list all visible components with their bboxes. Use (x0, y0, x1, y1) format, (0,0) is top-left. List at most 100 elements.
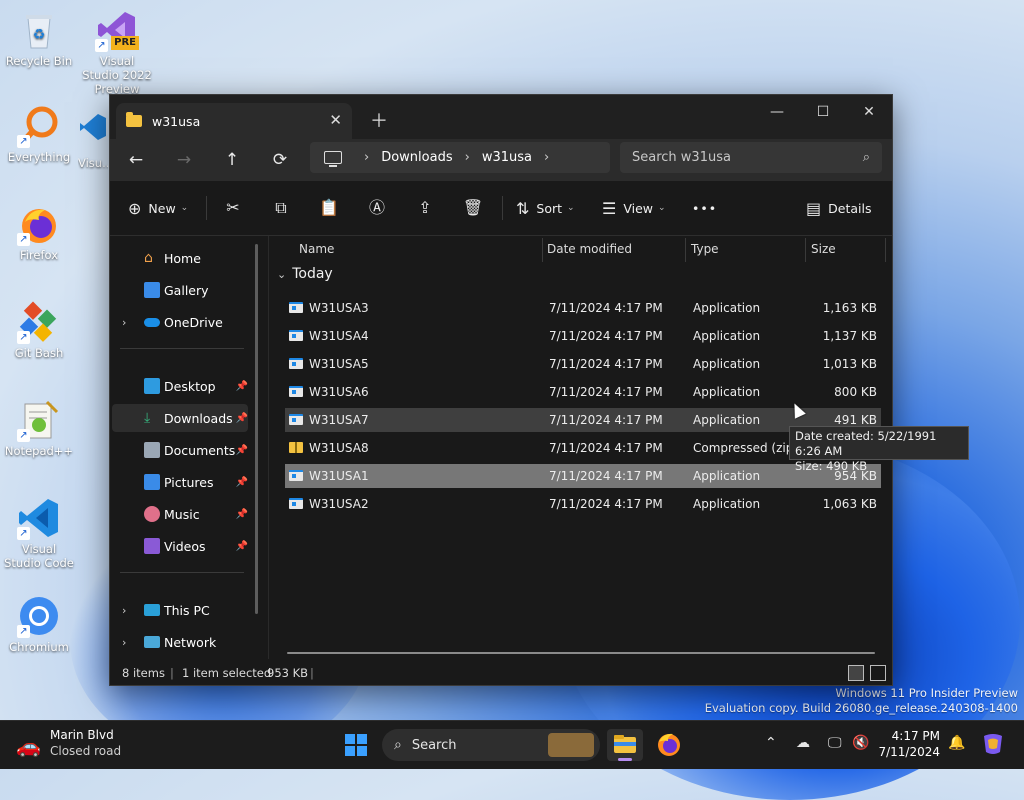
copy-icon[interactable]: ⧉ (270, 197, 292, 219)
sidebar-item-this-pc[interactable]: › This PC (112, 596, 248, 624)
sidebar-item-desktop[interactable]: Desktop 📌 (112, 372, 248, 400)
column-divider[interactable] (542, 238, 543, 262)
application-icon (289, 498, 303, 509)
desktop-icon-vscode[interactable]: ↗ Visual Studio Code (3, 496, 75, 570)
file-size: 1,163 KB (822, 301, 877, 315)
desktop-icon-chromium[interactable]: ↗ Chromium (3, 594, 75, 654)
desktop-icon-label: Visual Studio Code (4, 542, 74, 570)
view-button[interactable]: ☰ View ⌄ (602, 181, 666, 235)
taskbar-firefox[interactable] (651, 729, 687, 761)
details-button[interactable]: ▤ Details (806, 181, 871, 235)
table-row[interactable]: W31USA2 7/11/2024 4:17 PM Application 1,… (285, 492, 881, 516)
desktop-icon-visual-studio-partial[interactable]: Visu... (78, 112, 108, 170)
sidebar-item-music[interactable]: Music 📌 (112, 500, 248, 528)
table-row[interactable]: W31USA3 7/11/2024 4:17 PM Application 1,… (285, 296, 881, 320)
taskbar-file-explorer[interactable] (607, 729, 643, 761)
notification-bell-icon[interactable]: 🔔 (948, 735, 965, 751)
tab-w31usa[interactable]: w31usa ✕ (116, 103, 352, 139)
up-button[interactable]: ↑ (218, 148, 246, 172)
column-header-date[interactable]: Date modified (547, 236, 632, 262)
visual-studio-icon: PRE ↗ (95, 8, 139, 52)
taskbar-search[interactable]: ⌕ Search (382, 729, 600, 761)
column-divider[interactable] (885, 238, 886, 262)
column-divider[interactable] (805, 238, 806, 262)
sidebar-item-home[interactable]: ⌂ Home (112, 244, 248, 272)
back-button[interactable]: ← (122, 148, 150, 172)
desktop-icon-firefox[interactable]: ↗ Firefox (3, 202, 75, 262)
column-header-size[interactable]: Size (811, 236, 836, 262)
start-button[interactable] (345, 734, 367, 756)
weather-widget[interactable]: 🚗 Marin Blvd Closed road (16, 727, 121, 759)
table-row[interactable]: W31USA4 7/11/2024 4:17 PM Application 1,… (285, 324, 881, 348)
horizontal-scrollbar[interactable] (287, 652, 875, 654)
table-row[interactable]: W31USA5 7/11/2024 4:17 PM Application 1,… (285, 352, 881, 376)
sidebar-item-videos[interactable]: Videos 📌 (112, 532, 248, 560)
command-bar: ⊕ New ⌄ ✂ ⧉ 📋 Ⓐ ⇪ 🗑 ⇅ Sort ⌄ ☰ View ⌄ ••… (110, 181, 892, 236)
toolbar-divider (502, 196, 503, 220)
new-button[interactable]: ⊕ New ⌄ (128, 181, 188, 235)
forward-button[interactable]: → (170, 148, 198, 172)
file-type: Application (693, 469, 761, 483)
file-name: W31USA7 (309, 413, 369, 427)
chevron-right-icon[interactable]: › (364, 150, 369, 165)
column-divider[interactable] (685, 238, 686, 262)
delete-icon[interactable]: 🗑 (462, 197, 484, 219)
chevron-right-icon[interactable]: › (465, 150, 470, 165)
rename-icon[interactable]: Ⓐ (366, 197, 388, 219)
details-view-icon[interactable] (848, 665, 864, 681)
pin-icon: 📌 (235, 540, 248, 552)
desktop-icon-git-bash[interactable]: ↗ Git Bash (3, 300, 75, 360)
close-button[interactable]: ✕ (846, 99, 892, 125)
navigation-pane: ⌂ Home Gallery › OneDrive Desktop 📌 ⤓ Do… (110, 236, 268, 659)
sidebar-item-downloads[interactable]: ⤓ Downloads 📌 (112, 404, 248, 432)
network-disconnected-icon[interactable]: ☁ (796, 735, 810, 751)
search-input[interactable]: Search w31usa (632, 150, 863, 165)
share-icon[interactable]: ⇪ (414, 197, 436, 219)
sidebar-item-pictures[interactable]: Pictures 📌 (112, 468, 248, 496)
minimize-button[interactable]: — (754, 99, 800, 125)
column-header-name[interactable]: Name (299, 236, 334, 262)
pictures-icon (144, 474, 160, 490)
pre-badge: PRE (111, 36, 139, 50)
show-hidden-icons-chevron-icon[interactable]: ⌃ (765, 735, 777, 751)
new-tab-button[interactable]: ＋ (370, 107, 388, 133)
paste-icon[interactable]: 📋 (318, 197, 340, 219)
chevron-right-icon[interactable]: › (544, 150, 549, 165)
sidebar-item-documents[interactable]: Documents 📌 (112, 436, 248, 464)
sidebar-scrollbar[interactable] (255, 244, 258, 614)
group-header-today[interactable]: ⌄ Today (277, 266, 333, 282)
desktop-icon-visual-studio-2022[interactable]: PRE ↗ Visual Studio 2022 Preview (81, 8, 153, 96)
tab-close-icon[interactable]: ✕ (329, 111, 342, 129)
column-header-type[interactable]: Type (691, 236, 719, 262)
cut-icon[interactable]: ✂ (222, 197, 244, 219)
address-bar[interactable]: › Downloads › w31usa › (310, 142, 610, 173)
breadcrumb-w31usa[interactable]: w31usa (482, 150, 532, 165)
sidebar-item-onedrive[interactable]: › OneDrive (112, 308, 248, 336)
sort-button[interactable]: ⇅ Sort ⌄ (516, 181, 575, 235)
copilot-icon[interactable] (980, 732, 1006, 760)
desktop-icon-notepad-plus-plus[interactable]: ↗ Notepad++ (3, 398, 75, 458)
sidebar-item-gallery[interactable]: Gallery (112, 276, 248, 304)
desktop-icon-recycle-bin[interactable]: ♻ Recycle Bin (3, 8, 75, 68)
search-box[interactable]: Search w31usa ⌕ (620, 142, 882, 173)
sidebar-item-network[interactable]: › Network (112, 628, 248, 656)
vscode-icon: ↗ (17, 496, 61, 540)
more-options-button[interactable]: ••• (692, 181, 717, 235)
table-row[interactable]: W31USA6 7/11/2024 4:17 PM Application 80… (285, 380, 881, 404)
refresh-button[interactable]: ⟳ (266, 148, 294, 172)
breadcrumb-downloads[interactable]: Downloads (381, 150, 452, 165)
display-icon[interactable]: 🖵 (828, 735, 842, 751)
chevron-right-icon[interactable]: › (122, 636, 126, 649)
table-row-selected[interactable]: W31USA1 7/11/2024 4:17 PM Application 95… (285, 464, 881, 488)
desktop-icon-label: Notepad++ (4, 444, 74, 458)
desktop-icon-everything[interactable]: ↗ Everything (3, 104, 75, 164)
maximize-button[interactable]: ☐ (800, 99, 846, 125)
file-name: W31USA6 (309, 385, 369, 399)
chevron-down-icon: ⌄ (180, 203, 189, 213)
tiles-view-icon[interactable] (870, 665, 886, 681)
system-clock[interactable]: 4:17 PM 7/11/2024 (876, 728, 940, 760)
volume-muted-icon[interactable]: 🔇 (852, 735, 869, 751)
chevron-right-icon[interactable]: › (122, 316, 126, 329)
this-pc-icon[interactable] (324, 151, 342, 167)
chevron-right-icon[interactable]: › (122, 604, 126, 617)
